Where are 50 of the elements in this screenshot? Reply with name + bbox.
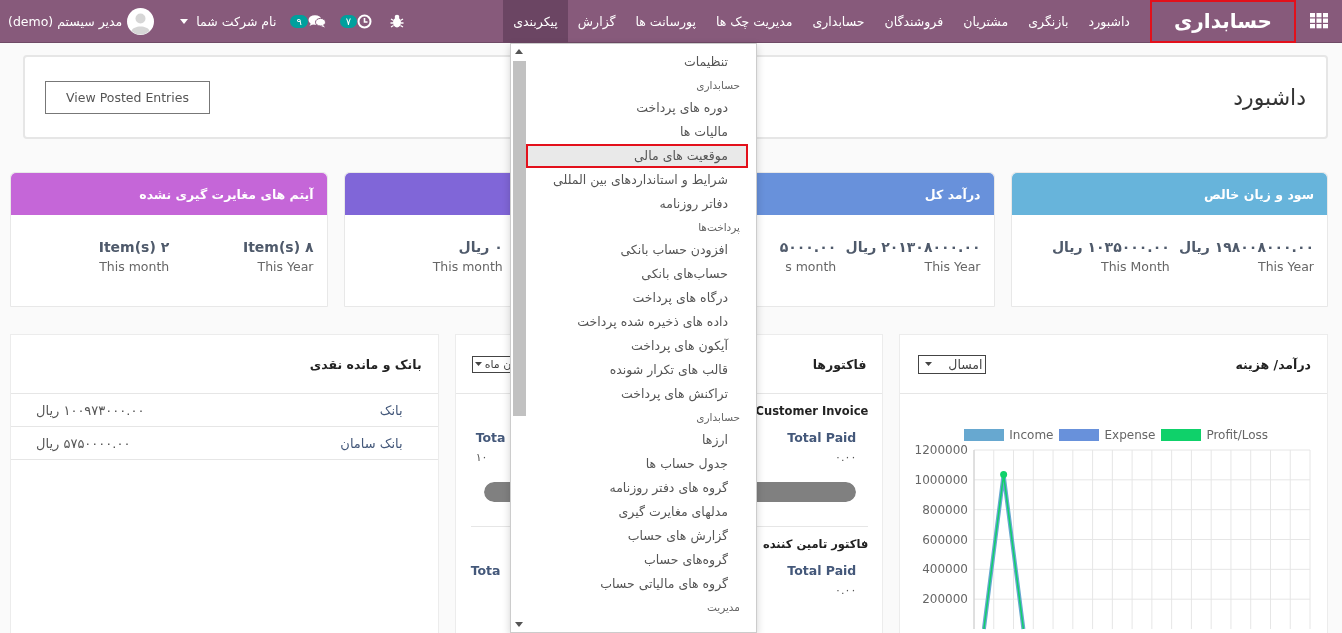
invoice-section-title: Customer Invoice <box>755 404 869 418</box>
legend-label: Expense <box>1104 428 1156 442</box>
kpi-value: ۲ Item(s) <box>98 239 170 255</box>
kpi-title: سود و زیان خالص <box>1203 186 1314 202</box>
bank-name: بانک <box>379 402 403 418</box>
menu-section-header: حسابداری <box>695 78 741 94</box>
message-count: ۹ <box>290 14 308 28</box>
kpi-period: This month <box>99 259 170 274</box>
panel-title: بانک و مانده نقدی <box>309 356 422 372</box>
kpi-period: This Month <box>1101 259 1170 274</box>
page-title: داشبورد <box>1233 84 1306 110</box>
kpi-value: ۵۰۰۰.۰۰ <box>779 239 837 255</box>
legend-label: Income <box>1009 428 1054 442</box>
kpi-value: ۸ Item(s) <box>242 239 314 255</box>
activity-count: ۷ <box>339 14 358 28</box>
total-value: ۱۰ <box>475 451 488 464</box>
y-tick-label: 800000 <box>922 502 969 517</box>
kpi-value: ۱۰۳۵۰۰۰.۰۰ ریال <box>1051 239 1170 255</box>
panel-title: فاکتورها <box>812 356 867 372</box>
y-tick-label: 1000000 <box>914 472 969 487</box>
total-paid-value: ۰.۰۰ <box>835 451 857 464</box>
kpi-period: This Year <box>257 259 314 274</box>
menu-section-header: حسابداری <box>695 410 741 426</box>
y-tick-label: 400000 <box>922 562 969 577</box>
app-title: حسابداری <box>1149 0 1296 43</box>
panel-title: درآمد/ هزینه <box>1235 356 1311 372</box>
kpi-period: This Year <box>1258 259 1314 274</box>
y-tick-label: 1200000 <box>914 443 969 457</box>
kpi-value: ۲۰۱۳۰۸۰۰۰.۰۰ ریال <box>845 239 981 255</box>
bank-balance: ۵۷۵۰۰۰۰.۰۰ ریال <box>36 435 131 451</box>
kpi-period: s month <box>785 259 837 274</box>
menu-section-header: پرداخت‌ها <box>697 220 741 236</box>
invoice-section-title: فاکتور تامین کننده <box>762 537 869 551</box>
y-tick-label: 600000 <box>922 532 969 547</box>
kpi-value: ۰ ریال <box>458 239 503 255</box>
y-tick-label: 200000 <box>922 592 969 607</box>
bank-balance: ۱۰۰۹۷۳۰۰۰.۰۰ ریال <box>36 402 145 418</box>
menu-section-header: مدیریت <box>705 600 741 616</box>
kpi-value: ۱۹۸۰۰۸۰۰۰.۰۰ ریال <box>1179 239 1314 255</box>
total-label: Tota <box>470 563 501 578</box>
total-paid-label: Total Paid <box>787 563 857 578</box>
kpi-title: آیتم های مغایرت گیری نشده <box>139 186 314 202</box>
kpi-period: This month <box>432 259 503 274</box>
kpi-period: This Year <box>924 259 981 274</box>
legend-label: Profit/Loss <box>1206 428 1269 442</box>
total-label: Tota <box>475 430 506 445</box>
total-paid-value: ۰.۰۰ <box>835 584 857 597</box>
bank-name: بانک سامان <box>340 435 403 451</box>
kpi-title: درآمد کل <box>924 186 981 202</box>
total-paid-label: Total Paid <box>787 430 857 445</box>
